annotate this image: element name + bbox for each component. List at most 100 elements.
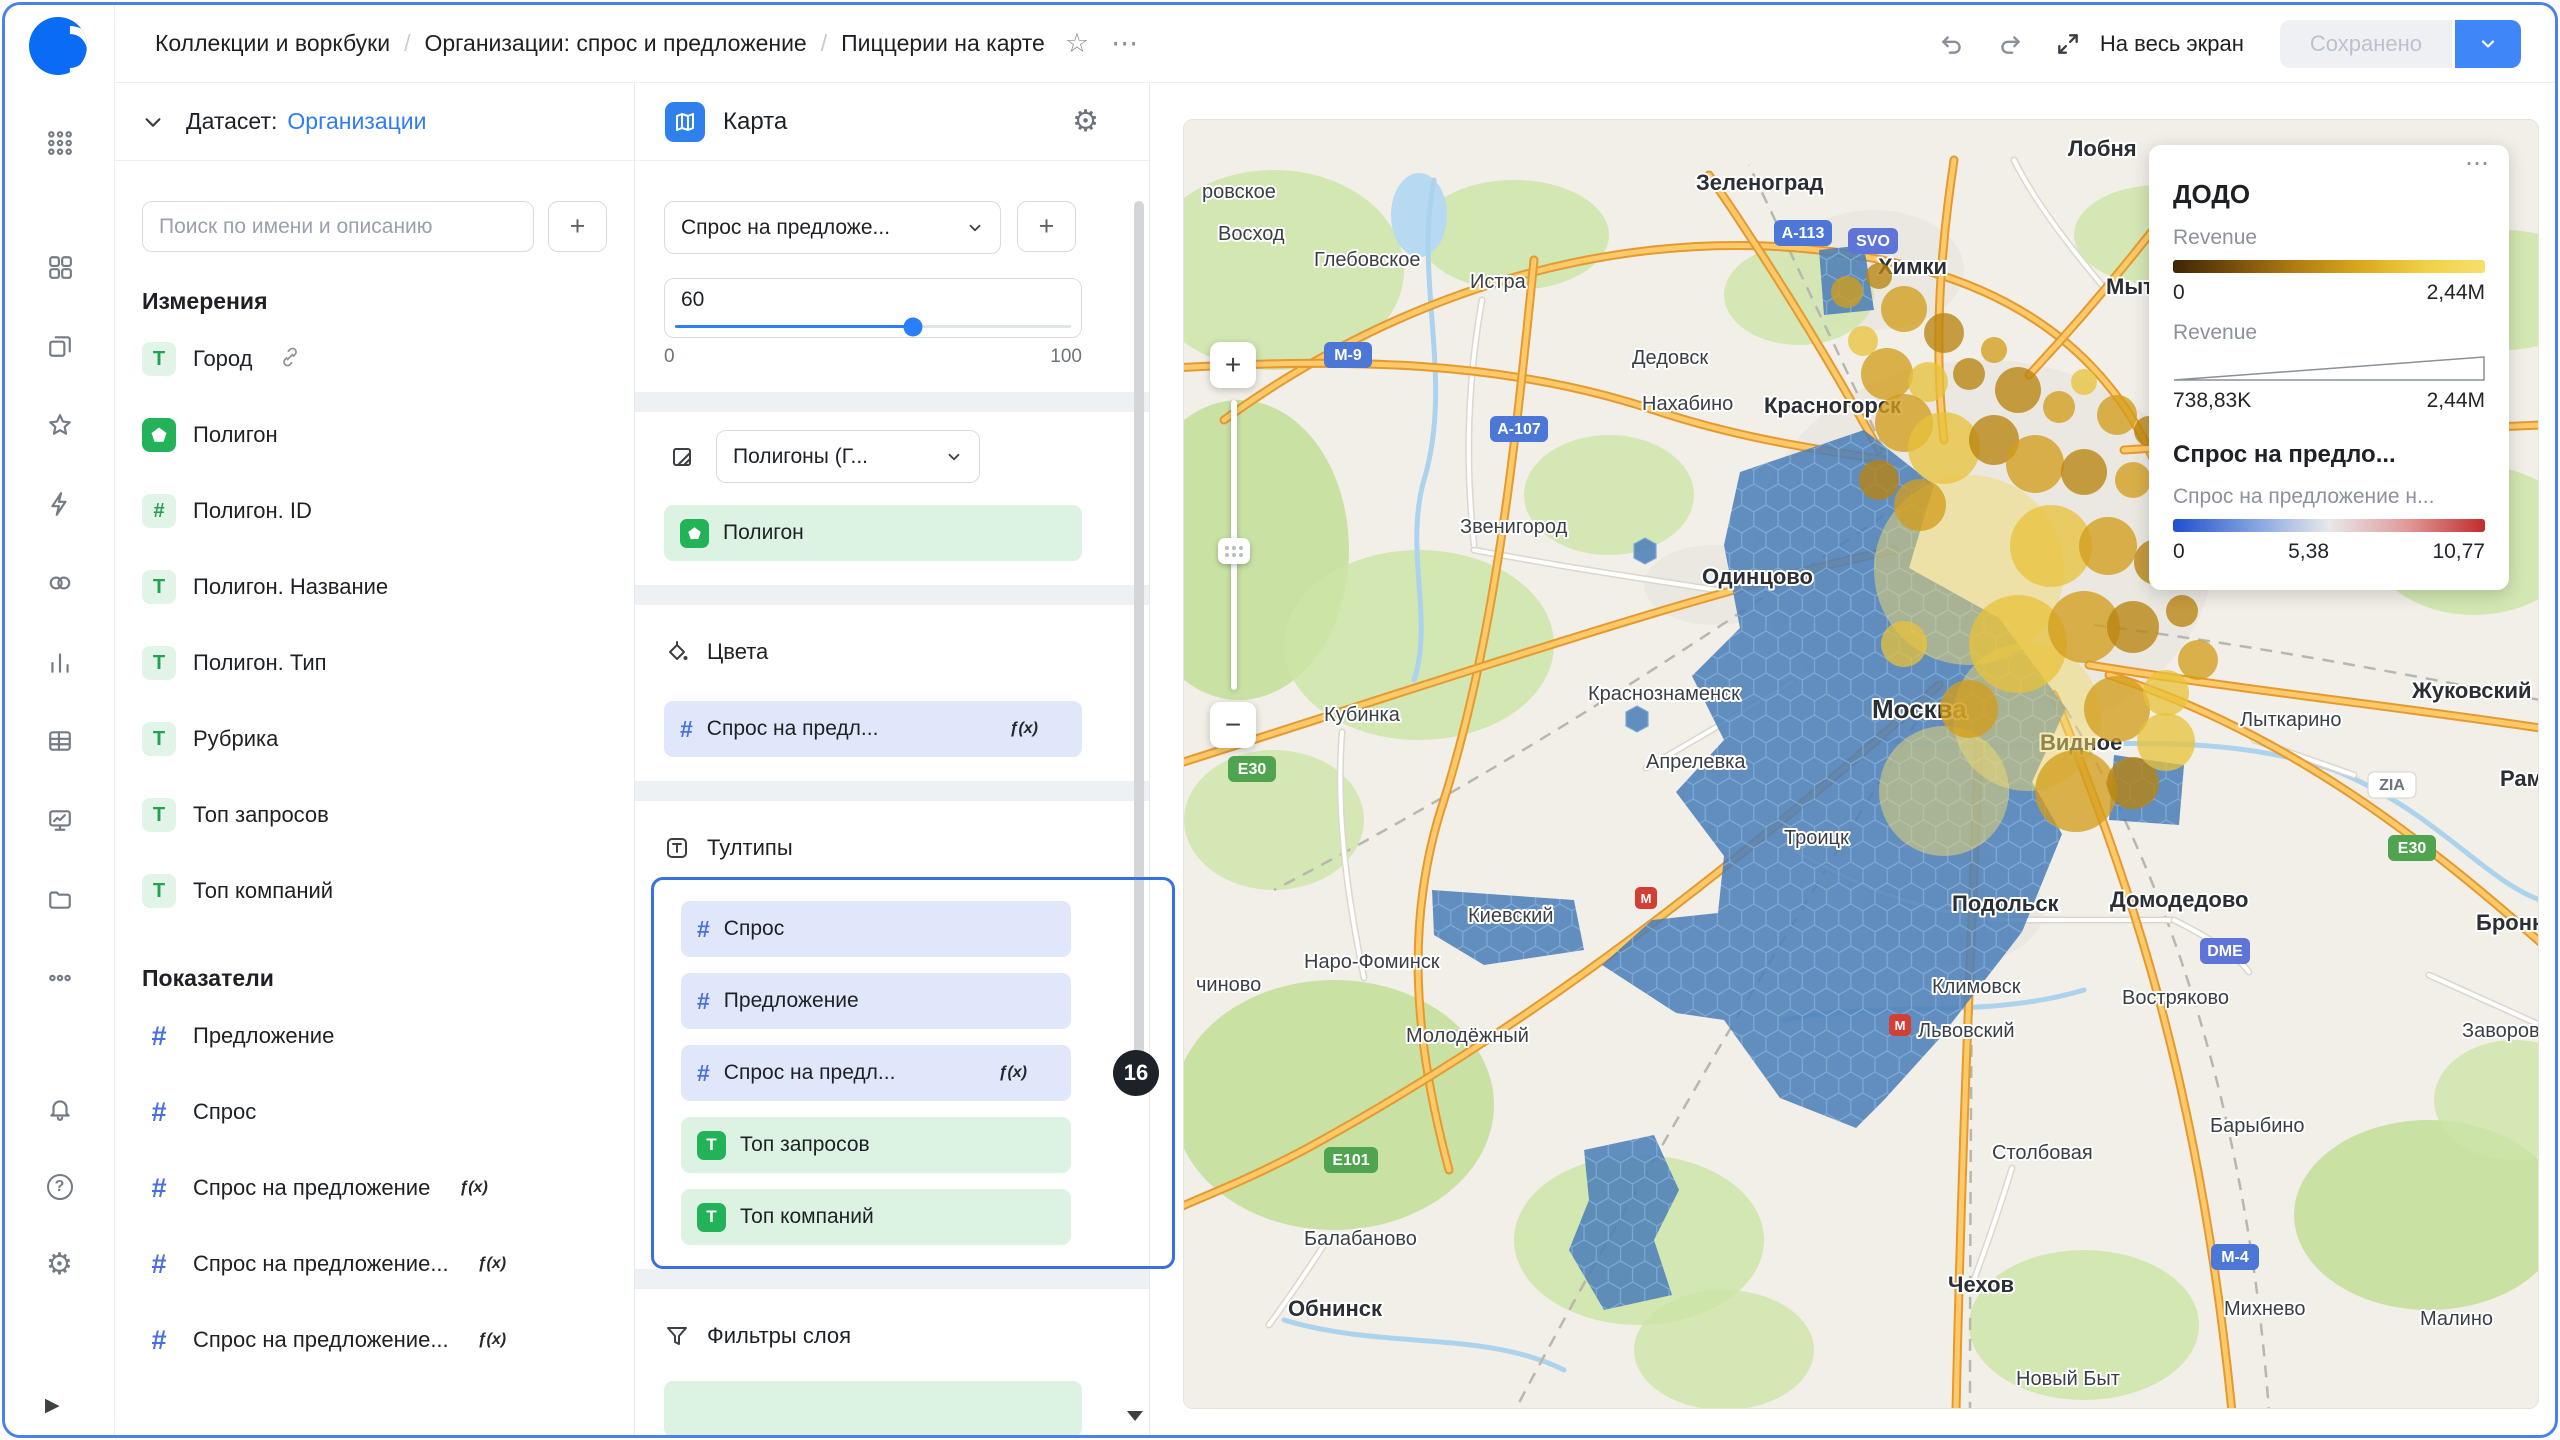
add-field-button[interactable]: + xyxy=(548,201,607,252)
slider-max: 100 xyxy=(1050,346,1082,368)
shield-label: DME xyxy=(2207,943,2243,960)
nav-workbooks-icon[interactable] xyxy=(44,330,76,362)
dimension-label: Полигон. Тип xyxy=(193,650,327,676)
fullscreen-label[interactable]: На весь экран xyxy=(2100,31,2244,57)
road-shield: А-113 xyxy=(1774,220,1832,246)
fullscreen-icon[interactable] xyxy=(2050,26,2086,62)
polygon-field-chip[interactable]: Полигон xyxy=(664,505,1082,561)
measure-select[interactable]: Спрос на предложе... xyxy=(664,201,1001,254)
nav-dashboards-icon[interactable] xyxy=(44,804,76,836)
map-label: Дедовск xyxy=(1632,347,1708,369)
map-label: Бронницы xyxy=(2476,910,2539,935)
settings-gear-icon[interactable]: ⚙ xyxy=(44,1249,76,1281)
zoom-slider[interactable] xyxy=(1231,400,1237,690)
tooltips-section-header: Тултипы xyxy=(665,819,1149,877)
shield-label: А-107 xyxy=(1497,421,1541,438)
measure-item[interactable]: # Спрос xyxy=(115,1074,634,1150)
measure-item[interactable]: # Спрос на предложение ƒ(x) xyxy=(115,1150,634,1226)
tooltip-field-chip[interactable]: # Спрос xyxy=(681,901,1071,957)
scroll-down-arrow-icon[interactable] xyxy=(1127,1411,1143,1421)
slider-knob[interactable] xyxy=(903,317,922,336)
tooltips-title: Тултипы xyxy=(707,835,793,861)
shield-label: ZIA xyxy=(2379,777,2405,794)
geolayer-type-icon xyxy=(664,430,700,483)
chart-type-label[interactable]: Карта xyxy=(723,108,1054,136)
nav-functions-icon[interactable] xyxy=(44,488,76,520)
nav-more-icon[interactable] xyxy=(44,962,76,994)
dimension-item-poligon-tip[interactable]: T Полигон. Тип xyxy=(115,625,634,701)
breadcrumb-workbook[interactable]: Организации: спрос и предложение xyxy=(424,30,806,57)
geolayer-select[interactable]: Полигоны (Г... xyxy=(716,430,980,483)
measure-item[interactable]: # Спрос на предложение... ƒ(x) xyxy=(115,1302,634,1378)
map-label: Львовский xyxy=(1918,1020,2015,1042)
nav-collections-icon[interactable] xyxy=(44,251,76,283)
zoom-in-button[interactable]: + xyxy=(1210,342,1256,388)
dimension-item-gorod[interactable]: T Город xyxy=(115,321,634,397)
dimension-item-poligon-id[interactable]: # Полигон. ID xyxy=(115,473,634,549)
collapse-chevron-icon[interactable] xyxy=(142,111,164,133)
chart-config-panel: Карта ⚙ Спрос на предложе... + 60 0 100 xyxy=(635,83,1150,1435)
dimension-item-poligon-nazvanie[interactable]: T Полигон. Название xyxy=(115,549,634,625)
breadcrumb-collections[interactable]: Коллекции и воркбуки xyxy=(155,30,390,57)
colors-title: Цвета xyxy=(707,639,768,665)
colors-field-chip[interactable]: # Спрос на предл... ƒ(x) xyxy=(664,701,1082,757)
nav-charts-icon[interactable] xyxy=(44,646,76,678)
range-max: 2,44M xyxy=(2427,389,2485,413)
map-label: Жуковский xyxy=(2411,678,2532,703)
help-icon[interactable]: ? xyxy=(44,1171,76,1203)
measure-item[interactable]: # Спрос на предложение... ƒ(x) xyxy=(115,1226,634,1302)
zoom-slider-handle[interactable] xyxy=(1218,538,1250,564)
map-label: Троицк xyxy=(1784,827,1849,849)
dimension-item-top-kompaniy[interactable]: T Топ компаний xyxy=(115,853,634,929)
undo-icon[interactable] xyxy=(1934,26,1970,62)
datalens-logo[interactable] xyxy=(29,17,87,75)
map-label: Балабаново xyxy=(1304,1228,1417,1250)
save-dropdown-button[interactable] xyxy=(2455,20,2521,68)
filter-field-chip[interactable] xyxy=(664,1381,1082,1437)
nav-storage-icon[interactable] xyxy=(44,883,76,915)
range-max: 2,44M xyxy=(2427,281,2485,305)
map-label: Чехов xyxy=(1948,1272,2014,1297)
chart-settings-gear-icon[interactable]: ⚙ xyxy=(1072,104,1099,139)
dimension-item-poligon[interactable]: Полигон xyxy=(115,397,634,473)
panel-scrollbar[interactable] xyxy=(1134,201,1144,1066)
tooltip-field-chip[interactable]: # Спрос на предл... ƒ(x) xyxy=(681,1045,1071,1101)
dimension-item-rubrika[interactable]: T Рубрика xyxy=(115,701,634,777)
chevron-down-icon xyxy=(945,448,963,466)
measure-item[interactable]: # Предложение xyxy=(115,998,634,1074)
more-menu-icon[interactable]: ⋯ xyxy=(1111,28,1140,59)
tooltip-field-chip[interactable]: T Топ компаний xyxy=(681,1189,1071,1245)
map-label: Одинцово xyxy=(1702,564,1813,589)
tooltip-field-chip[interactable]: T Топ запросов xyxy=(681,1117,1071,1173)
chevron-down-icon xyxy=(966,219,984,237)
metro-icon: М xyxy=(1889,1014,1911,1036)
range-mid: 5,38 xyxy=(2288,540,2329,564)
field-search-input[interactable] xyxy=(142,201,534,252)
notifications-bell-icon[interactable] xyxy=(44,1093,76,1125)
map-label: Климовск xyxy=(1932,976,2021,998)
number-type-icon: # xyxy=(142,494,176,528)
nav-datasets-icon[interactable] xyxy=(44,725,76,757)
measure-number-icon: # xyxy=(142,1021,176,1052)
add-layer-button[interactable]: + xyxy=(1017,201,1076,252)
nav-favorites-icon[interactable] xyxy=(44,409,76,441)
tooltip-field-chip[interactable]: # Предложение xyxy=(681,973,1071,1029)
apps-grid-icon[interactable] xyxy=(44,127,76,159)
redo-icon[interactable] xyxy=(1992,26,2028,62)
measure-number-icon: # xyxy=(142,1325,176,1356)
nav-connections-icon[interactable] xyxy=(44,567,76,599)
slider-track[interactable] xyxy=(675,325,1071,328)
formula-icon: ƒ(x) xyxy=(478,1255,506,1273)
dimension-item-top-zaprosov[interactable]: T Топ запросов xyxy=(115,777,634,853)
map-label: Звенигород xyxy=(1460,516,1568,538)
svg-text:М: М xyxy=(1641,891,1652,906)
string-type-icon: T xyxy=(142,798,176,832)
favorite-star-icon[interactable]: ☆ xyxy=(1065,28,1089,59)
map-chart-icon[interactable] xyxy=(665,102,705,142)
dataset-name-link[interactable]: Организации xyxy=(287,108,426,135)
expand-sidebar-button[interactable]: ▶ xyxy=(45,1394,60,1417)
map-label: Лыткарино xyxy=(2240,709,2341,731)
saved-button[interactable]: Сохранено xyxy=(2280,20,2452,68)
legend-more-icon[interactable]: ⋯ xyxy=(2465,149,2491,178)
zoom-out-button[interactable]: − xyxy=(1210,702,1256,748)
